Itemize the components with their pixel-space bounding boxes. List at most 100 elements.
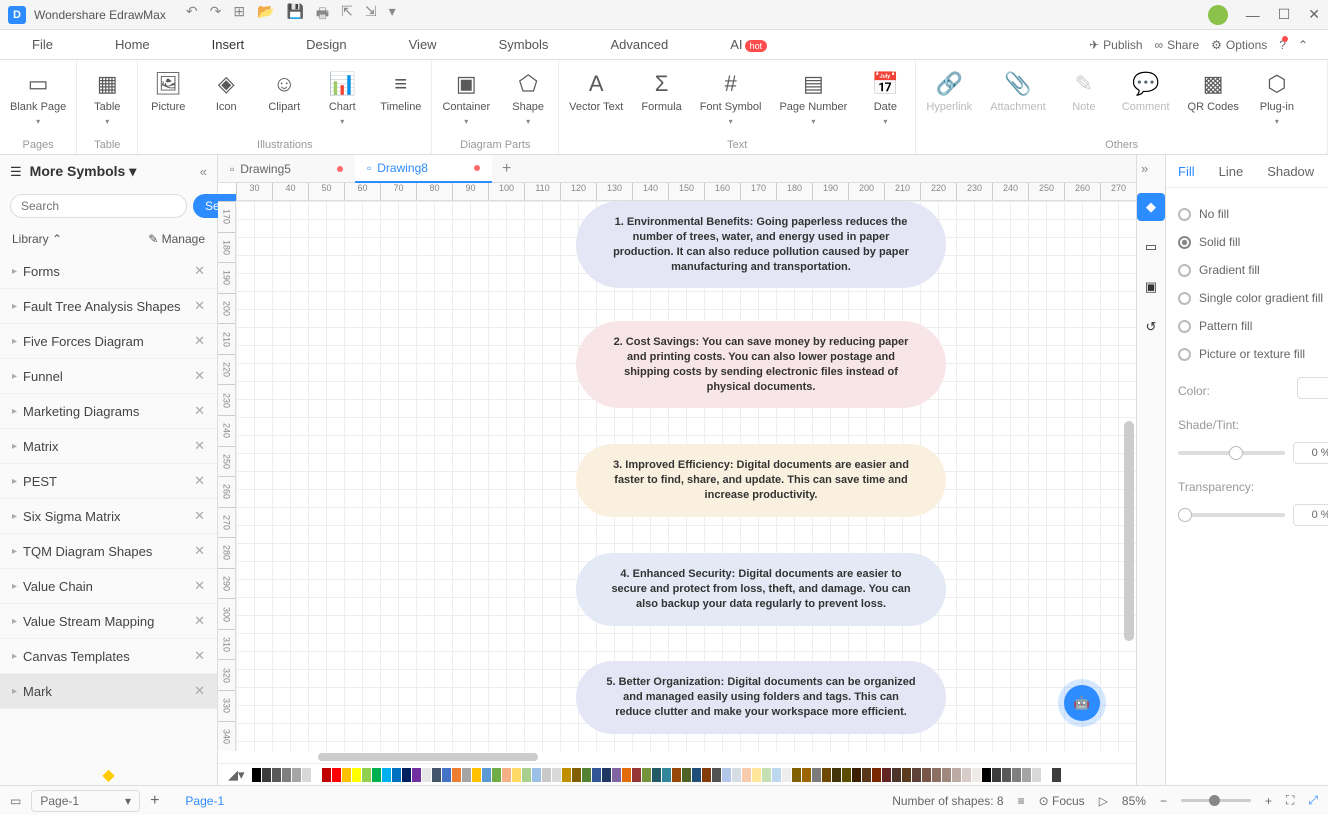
note-button[interactable]: ✎Note	[1064, 71, 1104, 113]
add-page-button[interactable]: +	[150, 792, 159, 810]
search-input[interactable]	[10, 194, 187, 218]
active-page-label[interactable]: Page-1	[185, 794, 224, 808]
color-swatch[interactable]	[322, 768, 331, 782]
layers-status-icon[interactable]: ≡	[1018, 794, 1025, 808]
maximize-icon[interactable]: ☐	[1278, 6, 1291, 23]
color-swatch[interactable]	[712, 768, 721, 782]
library-item[interactable]: ▸Funnel✕	[0, 359, 217, 394]
user-avatar[interactable]	[1208, 5, 1228, 25]
color-swatch[interactable]	[542, 768, 551, 782]
color-swatch[interactable]	[692, 768, 701, 782]
blank-page-button[interactable]: ▭Blank Page▾	[10, 71, 66, 126]
color-swatch[interactable]	[902, 768, 911, 782]
color-swatch[interactable]	[512, 768, 521, 782]
shape-button[interactable]: ⬠Shape▾	[508, 71, 548, 126]
color-swatch[interactable]	[722, 768, 731, 782]
redo-icon[interactable]: ↷	[210, 3, 222, 27]
tab-drawing5[interactable]: ▫ Drawing5	[218, 155, 355, 183]
remove-library-icon[interactable]: ✕	[194, 508, 205, 524]
color-swatch[interactable]	[1052, 768, 1061, 782]
color-swatch[interactable]	[942, 768, 951, 782]
color-swatch[interactable]	[732, 768, 741, 782]
shape-5[interactable]: 5. Better Organization: Digital document…	[576, 661, 946, 734]
color-swatch[interactable]	[1042, 768, 1051, 782]
new-icon[interactable]: ⊞	[233, 3, 245, 27]
library-item[interactable]: ▸Forms✕	[0, 254, 217, 289]
color-swatch[interactable]	[392, 768, 401, 782]
color-swatch[interactable]	[812, 768, 821, 782]
menu-advanced[interactable]: Advanced	[598, 33, 680, 56]
library-item[interactable]: ▸PEST✕	[0, 464, 217, 499]
menu-symbols[interactable]: Symbols	[487, 33, 561, 56]
export-icon[interactable]: ⇱	[341, 3, 353, 27]
color-swatch[interactable]	[742, 768, 751, 782]
menu-home[interactable]: Home	[103, 33, 162, 56]
transparency-value[interactable]: 0 %	[1293, 504, 1328, 526]
color-swatch[interactable]	[422, 768, 431, 782]
hyperlink-button[interactable]: 🔗Hyperlink	[926, 71, 972, 113]
page-selector[interactable]: Page-1 ▾	[31, 790, 140, 812]
color-swatch[interactable]	[912, 768, 921, 782]
library-item[interactable]: ▸Six Sigma Matrix✕	[0, 499, 217, 534]
open-icon[interactable]: 📂	[257, 3, 274, 27]
color-swatch[interactable]	[1032, 768, 1041, 782]
color-swatch[interactable]	[972, 768, 981, 782]
library-item[interactable]: ▸Value Chain✕	[0, 569, 217, 604]
color-swatch[interactable]	[642, 768, 651, 782]
library-toggle[interactable]: Library ⌃	[12, 232, 62, 246]
color-swatch[interactable]	[652, 768, 661, 782]
color-swatch[interactable]	[592, 768, 601, 782]
color-swatch[interactable]	[492, 768, 501, 782]
icon-button[interactable]: ◈Icon	[206, 71, 246, 113]
color-swatch[interactable]	[562, 768, 571, 782]
fullscreen-icon[interactable]: ⤢	[1308, 793, 1318, 808]
color-swatch[interactable]	[782, 768, 791, 782]
share-button[interactable]: ∞ Share	[1155, 38, 1200, 52]
import-icon[interactable]: ⇲	[365, 3, 377, 27]
color-swatch[interactable]	[372, 768, 381, 782]
library-item[interactable]: ▸TQM Diagram Shapes✕	[0, 534, 217, 569]
menu-insert[interactable]: Insert	[200, 33, 257, 56]
color-swatch[interactable]	[952, 768, 961, 782]
tab-line[interactable]: Line	[1219, 164, 1244, 179]
remove-library-icon[interactable]: ✕	[194, 473, 205, 489]
timeline-button[interactable]: ≡Timeline	[380, 71, 421, 113]
remove-library-icon[interactable]: ✕	[194, 263, 205, 279]
ai-chat-icon[interactable]: 🤖	[1064, 685, 1100, 721]
menu-view[interactable]: View	[397, 33, 449, 56]
vector-text-button[interactable]: AVector Text	[569, 71, 623, 113]
eyedropper-icon[interactable]: ◢▾	[228, 767, 245, 783]
library-item[interactable]: ▸Mark✕	[0, 674, 217, 709]
shape-3[interactable]: 3. Improved Efficiency: Digital document…	[576, 444, 946, 517]
close-icon[interactable]: ✕	[1308, 6, 1320, 23]
color-swatch[interactable]	[502, 768, 511, 782]
color-swatch[interactable]	[332, 768, 341, 782]
collapse-sidebar-icon[interactable]: «	[200, 164, 207, 179]
color-swatch[interactable]	[872, 768, 881, 782]
shade-slider[interactable]	[1178, 451, 1285, 455]
layers-rail-icon[interactable]: ▣	[1137, 273, 1165, 301]
tab-shadow[interactable]: Shadow	[1267, 164, 1314, 179]
color-swatch[interactable]	[852, 768, 861, 782]
more-icon[interactable]: ▾	[389, 3, 396, 27]
remove-library-icon[interactable]: ✕	[194, 438, 205, 454]
library-item[interactable]: ▸Five Forces Diagram✕	[0, 324, 217, 359]
color-swatch[interactable]	[802, 768, 811, 782]
plugin-button[interactable]: ⬡Plug-in▾	[1257, 71, 1297, 126]
color-swatch[interactable]	[982, 768, 991, 782]
color-swatch[interactable]	[552, 768, 561, 782]
shape-1[interactable]: 1. Environmental Benefits: Going paperle…	[576, 201, 946, 288]
library-item[interactable]: ▸Matrix✕	[0, 429, 217, 464]
menu-design[interactable]: Design	[294, 33, 358, 56]
shape-2[interactable]: 2. Cost Savings: You can save money by r…	[576, 321, 946, 408]
save-icon[interactable]: 💾	[286, 3, 303, 27]
container-button[interactable]: ▣Container▾	[442, 71, 490, 126]
chart-button[interactable]: 📊Chart▾	[322, 71, 362, 126]
color-swatch[interactable]	[412, 768, 421, 782]
history-rail-icon[interactable]: ↺	[1137, 313, 1165, 341]
color-swatch[interactable]	[632, 768, 641, 782]
manage-button[interactable]: ✎ Manage	[148, 232, 205, 246]
horizontal-scrollbar[interactable]	[318, 753, 538, 761]
focus-button[interactable]: ⊙ Focus	[1039, 794, 1085, 808]
zoom-slider[interactable]	[1181, 799, 1251, 802]
